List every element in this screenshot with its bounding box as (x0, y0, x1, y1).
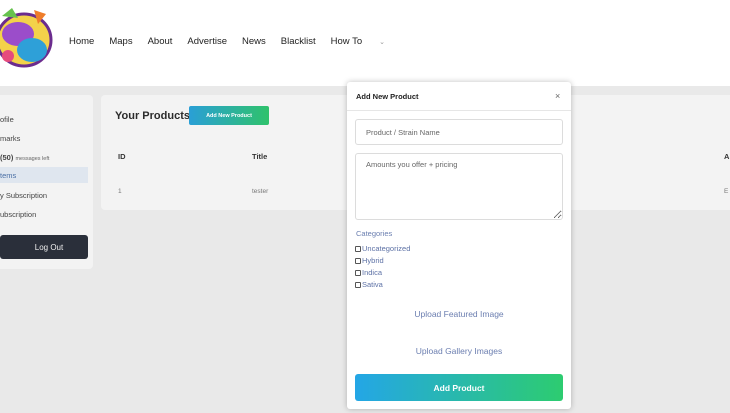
category-label: Uncategorized (362, 244, 411, 253)
table-cell-title: tester (252, 188, 269, 195)
site-logo[interactable] (0, 4, 54, 80)
sidebar-item-subscription[interactable]: ubscription (0, 210, 36, 219)
column-header-title: Title (252, 152, 268, 161)
checkbox-icon[interactable] (355, 281, 361, 288)
category-label: Sativa (362, 280, 383, 289)
page-title: Your Products (115, 110, 190, 122)
sidebar-item-messages[interactable]: (50) messages left (0, 153, 49, 162)
nav-blacklist[interactable]: Blacklist (281, 36, 316, 47)
nav-how-to-label: How To (330, 36, 363, 47)
add-product-button[interactable]: Add Product (355, 374, 563, 401)
categories-label: Categories (356, 229, 393, 238)
category-indica[interactable]: Indica (355, 268, 382, 277)
messages-count: (50) (0, 153, 14, 162)
nav-how-to[interactable]: How To ⌄ (331, 36, 400, 47)
category-label: Hybrid (362, 256, 384, 265)
upload-featured-image-link[interactable]: Upload Featured Image (347, 309, 571, 319)
checkbox-icon[interactable] (355, 269, 361, 276)
product-name-input[interactable] (355, 119, 563, 145)
main-nav: Home Maps About Advertise News Blacklist… (69, 36, 415, 47)
close-icon[interactable]: × (555, 91, 560, 101)
table-cell-id: 1 (118, 188, 122, 195)
nav-advertise[interactable]: Advertise (187, 36, 227, 47)
column-header-actions: A (724, 152, 730, 161)
column-header-id: ID (118, 152, 126, 161)
category-hybrid[interactable]: Hybrid (355, 256, 384, 265)
sidebar-item-profile[interactable]: ofile (0, 115, 14, 124)
table-cell-action[interactable]: E (724, 188, 728, 195)
modal-divider (347, 110, 571, 111)
checkbox-icon[interactable] (355, 245, 361, 252)
add-product-modal: Add New Product × Categories Uncategoriz… (347, 82, 571, 409)
nav-about[interactable]: About (148, 36, 173, 47)
sidebar-item-items[interactable]: tems (0, 167, 88, 183)
nav-news[interactable]: News (242, 36, 266, 47)
sidebar-item-my-subscription[interactable]: y Subscription (0, 191, 47, 200)
amounts-pricing-textarea[interactable] (355, 153, 563, 220)
chevron-down-icon: ⌄ (379, 39, 386, 46)
nav-home[interactable]: Home (69, 36, 94, 47)
category-uncategorized[interactable]: Uncategorized (355, 244, 410, 253)
sidebar-item-bookmarks[interactable]: marks (0, 134, 20, 143)
nav-maps[interactable]: Maps (109, 36, 132, 47)
modal-title: Add New Product (356, 92, 419, 101)
messages-left-label: messages left (15, 156, 50, 162)
category-label: Indica (362, 268, 383, 277)
logout-button[interactable]: Log Out (0, 235, 88, 259)
upload-gallery-images-link[interactable]: Upload Gallery Images (347, 346, 571, 356)
add-new-product-button[interactable]: Add New Product (189, 106, 269, 125)
category-sativa[interactable]: Sativa (355, 280, 383, 289)
top-navbar: Home Maps About Advertise News Blacklist… (0, 0, 730, 86)
checkbox-icon[interactable] (355, 257, 361, 264)
